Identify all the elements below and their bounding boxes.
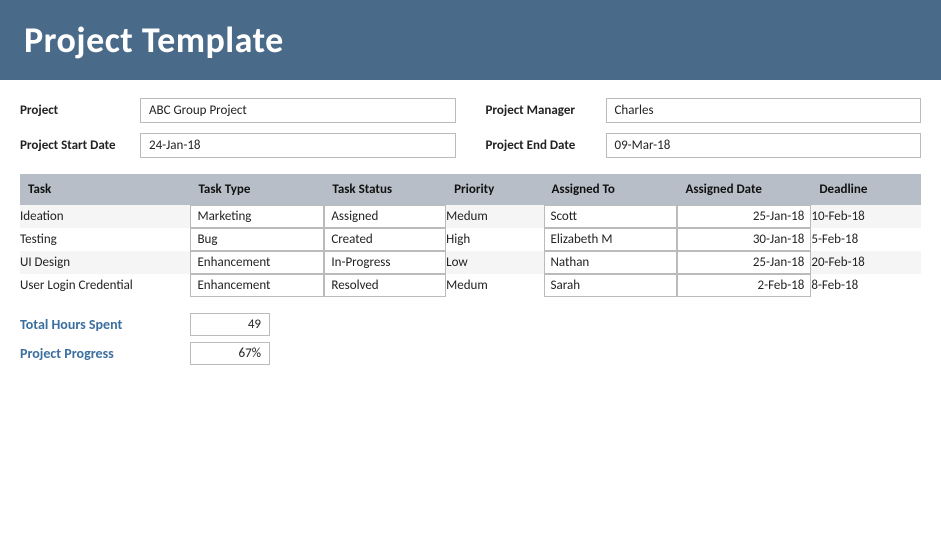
table-row: IdeationMarketingAssignedMedumScott25-Ja… [20,205,921,228]
start-date-label: Project Start Date [20,138,130,153]
progress-value: 67% [190,342,270,365]
progress-label: Project Progress [20,345,180,362]
project-value: ABC Group Project [140,98,456,123]
project-info-right: Project Manager Charles Project End Date… [486,98,922,158]
end-date-label: Project End Date [486,138,596,153]
main-content: Project ABC Group Project Project Start … [0,80,941,375]
manager-row: Project Manager Charles [486,98,922,123]
table-row: UI DesignEnhancementIn-ProgressLowNathan… [20,251,921,274]
col-task: Task [20,174,190,205]
page-header: Project Template [0,0,941,80]
end-date-value: 09-Mar-18 [606,133,922,158]
col-priority: Priority [446,174,543,205]
page-title: Project Template [24,18,284,62]
project-info-section: Project ABC Group Project Project Start … [20,98,921,158]
col-deadline: Deadline [811,174,921,205]
end-date-row: Project End Date 09-Mar-18 [486,133,922,158]
start-date-value: 24-Jan-18 [140,133,456,158]
table-row: User Login CredentialEnhancementResolved… [20,274,921,297]
footer-section: Total Hours Spent 49 Project Progress 67… [20,313,921,365]
total-hours-value: 49 [190,313,270,336]
col-assigned: Assigned To [544,174,678,205]
col-date: Assigned Date [677,174,811,205]
total-hours-row: Total Hours Spent 49 [20,313,921,336]
progress-row: Project Progress 67% [20,342,921,365]
col-type: Task Type [190,174,324,205]
table-row: TestingBugCreatedHighElizabeth M30-Jan-1… [20,228,921,251]
manager-label: Project Manager [486,103,596,118]
project-name-row: Project ABC Group Project [20,98,456,123]
manager-value: Charles [606,98,922,123]
col-status: Task Status [324,174,446,205]
start-date-row: Project Start Date 24-Jan-18 [20,133,456,158]
task-table: Task Task Type Task Status Priority Assi… [20,174,921,297]
total-hours-label: Total Hours Spent [20,316,180,333]
project-label: Project [20,103,130,118]
project-info-left: Project ABC Group Project Project Start … [20,98,456,158]
table-header-row: Task Task Type Task Status Priority Assi… [20,174,921,205]
